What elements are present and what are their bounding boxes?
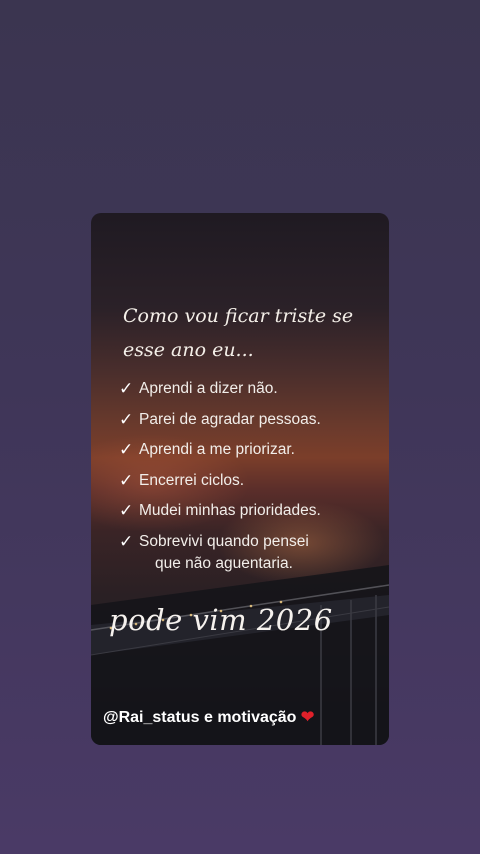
post-title: Como vou ficar triste se esse ano eu...: [123, 299, 373, 367]
checklist: ✓ Aprendi a dizer não. ✓ Parei de agrada…: [119, 378, 379, 575]
signature-text: pode vim 2026: [109, 603, 333, 637]
post-title-line-2: esse ano eu...: [123, 339, 254, 361]
list-item: ✓ Aprendi a me priorizar.: [119, 439, 379, 470]
author-handle-text: @Rai_status e motivação: [103, 709, 297, 726]
status-image-card: Como vou ficar triste se esse ano eu... …: [91, 213, 389, 745]
list-item: ✓ Aprendi a dizer não.: [119, 378, 379, 409]
list-item: ✓ Mudei minhas prioridades.: [119, 500, 379, 531]
list-item: ✓ Encerrei ciclos.: [119, 470, 379, 501]
list-item-label: Mudei minhas prioridades.: [139, 502, 321, 519]
check-icon: ✓: [119, 531, 134, 552]
list-item-label: Aprendi a dizer não.: [139, 380, 278, 397]
list-item-label: Sobrevivi quando pensei: [139, 532, 309, 550]
list-item-label: Encerrei ciclos.: [139, 471, 245, 489]
heart-icon: ❤: [300, 709, 315, 726]
check-icon: ✓: [119, 470, 134, 491]
check-icon: ✓: [119, 501, 134, 521]
list-item-label: Aprendi a me priorizar.: [139, 441, 295, 458]
post-title-line-1: Como vou ficar triste se: [123, 305, 354, 327]
list-item-continuation: que não aguentaria.: [155, 555, 293, 572]
list-item: ✓ Parei de agradar pessoas.: [119, 409, 379, 440]
check-icon: ✓: [119, 440, 134, 460]
check-icon: ✓: [119, 379, 134, 399]
author-handle: @Rai_status e motivação ❤: [103, 707, 314, 727]
check-icon: ✓: [119, 409, 134, 430]
list-item-label: Parei de agradar pessoas.: [139, 410, 321, 428]
